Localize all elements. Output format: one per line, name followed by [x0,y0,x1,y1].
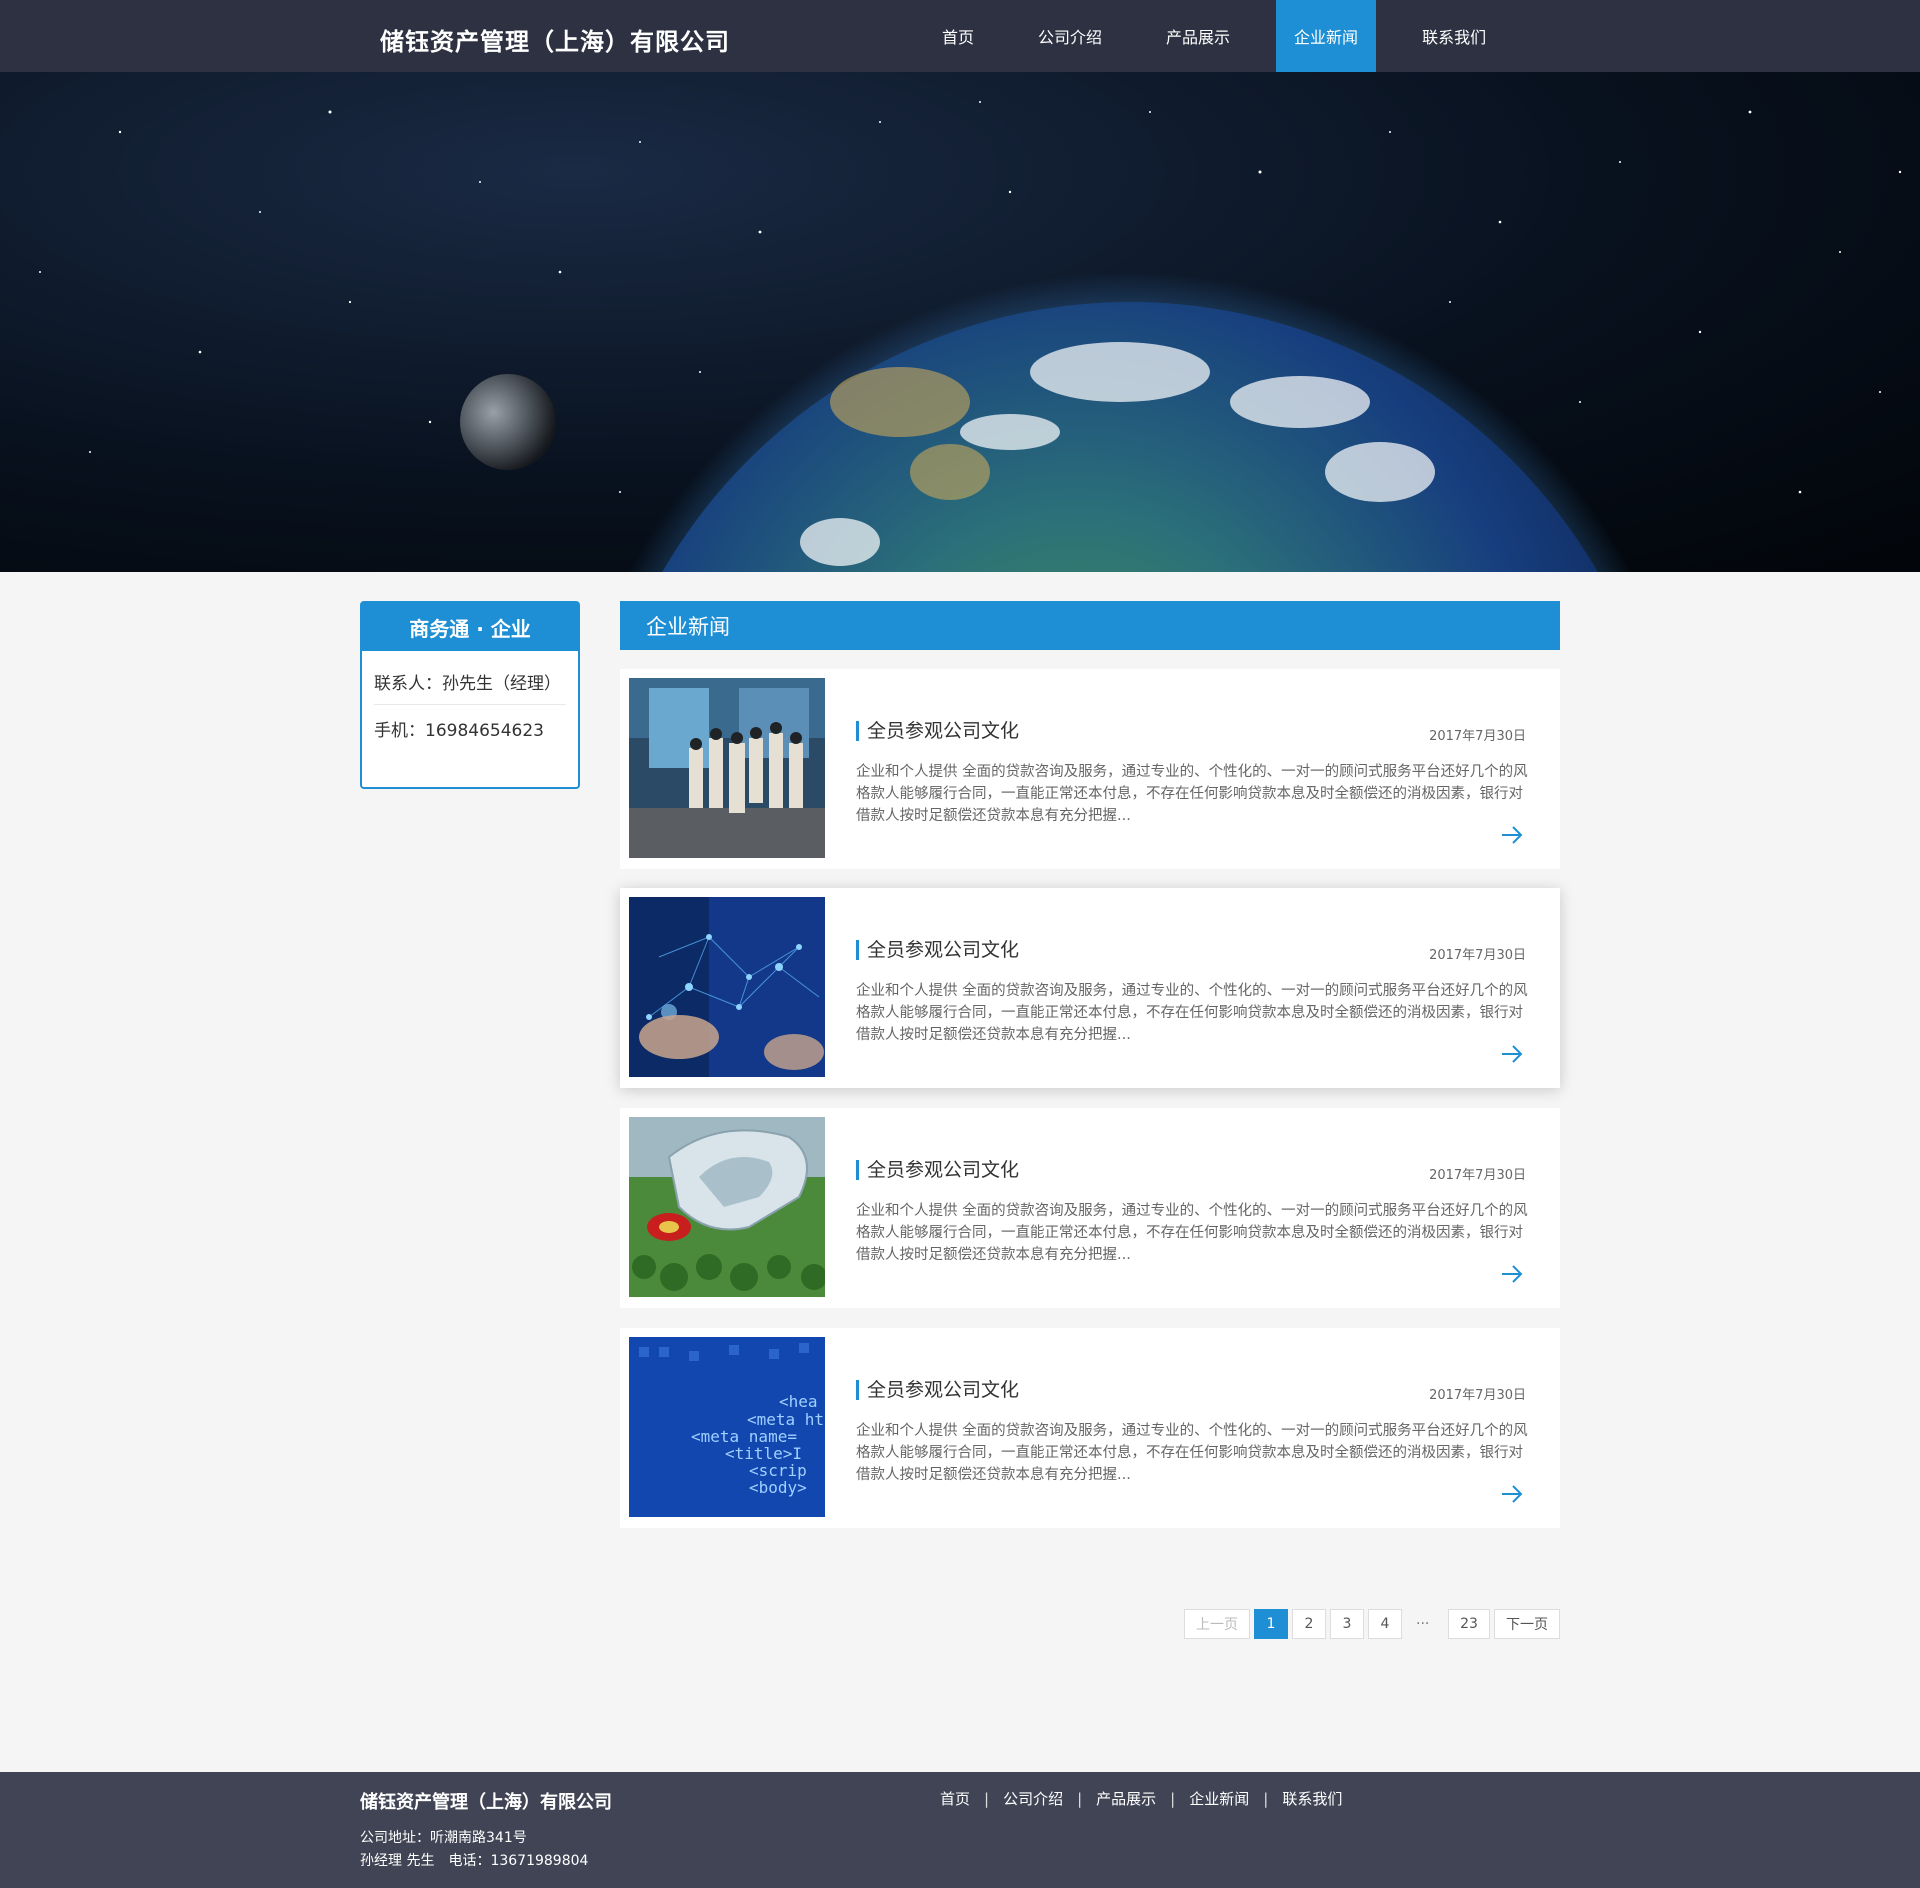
news-card[interactable]: <hea <meta ht <meta name= <title>I <scri… [620,1328,1560,1528]
news-date: 2017年7月30日 [1429,948,1526,963]
footer-nav-separator: | [984,1789,990,1808]
news-summary: 企业和个人提供 全面的贷款咨询及服务，通过专业的、个性化的、一对一的顾问式服务平… [856,983,1528,1043]
footer-nav-separator: | [1170,1789,1176,1808]
footer-nav-news[interactable]: 企业新闻 [1189,1788,1249,1809]
footer-brand: 储钰资产管理（上海）有限公司 [360,1792,612,1813]
footer-nav-home[interactable]: 首页 [940,1788,970,1809]
news-title[interactable]: 全员参观公司文化 [856,940,1019,960]
news-card[interactable]: 全员参观公司文化 2017年7月30日 企业和个人提供 全面的贷款咨询及服务，通… [620,669,1560,869]
tech-network-image [629,897,825,1077]
pagination-ellipsis: ··· [1416,1616,1430,1632]
news-thumbnail[interactable] [629,678,825,858]
main-nav: 首页 公司介绍 产品展示 企业新闻 联系我们 [910,0,1518,72]
exhibition-visit-image [629,678,825,858]
footer-info: 公司地址：听潮南路341号 孙经理 先生 电话：13671989804 [360,1827,588,1873]
section-title: 企业新闻 [620,601,1560,650]
arrow-right-icon[interactable] [1500,825,1524,845]
site-brand[interactable]: 储钰资产管理（上海）有限公司 [380,22,730,57]
news-title[interactable]: 全员参观公司文化 [856,1380,1019,1400]
news-date: 2017年7月30日 [1429,1388,1526,1403]
footer-nav-products[interactable]: 产品展示 [1096,1788,1156,1809]
news-summary: 企业和个人提供 全面的贷款咨询及服务，通过专业的、个性化的、一对一的顾问式服务平… [856,1423,1528,1483]
sidebar-title: 商务通 · 企业 [362,603,578,651]
code-line: <body> [749,1478,807,1497]
news-thumbnail[interactable]: <hea <meta ht <meta name= <title>I <scri… [629,1337,825,1517]
pagination-prev-button[interactable]: 上一页 [1184,1609,1250,1639]
arrow-right-icon[interactable] [1500,1044,1524,1064]
news-title[interactable]: 全员参观公司文化 [856,721,1019,741]
contact-person: 联系人：孙先生（经理） [374,659,566,705]
architecture-rendering-image [629,1117,825,1297]
hero-banner [0,72,1920,572]
news-card[interactable]: 全员参观公司文化 2017年7月30日 企业和个人提供 全面的贷款咨询及服务，通… [620,888,1560,1088]
pagination-next-button[interactable]: 下一页 [1494,1609,1560,1639]
site-header: 储钰资产管理（上海）有限公司 首页 公司介绍 产品展示 企业新闻 联系我们 [0,0,1920,72]
pagination-last-page-button[interactable]: 23 [1448,1609,1490,1639]
footer-nav: 首页 | 公司介绍 | 产品展示 | 企业新闻 | 联系我们 [940,1788,1342,1809]
footer-nav-separator: | [1077,1789,1083,1808]
news-card[interactable]: 全员参观公司文化 2017年7月30日 企业和个人提供 全面的贷款咨询及服务，通… [620,1108,1560,1308]
news-thumbnail[interactable] [629,897,825,1077]
contact-sidebar: 商务通 · 企业 联系人：孙先生（经理） 手机：16984654623 [360,601,580,789]
footer-nav-separator: | [1263,1789,1269,1808]
footer-nav-contact[interactable]: 联系我们 [1282,1788,1342,1809]
news-date: 2017年7月30日 [1429,729,1526,744]
nav-item-news[interactable]: 企业新闻 [1276,0,1377,72]
footer-contact: 孙经理 先生 电话：13671989804 [360,1853,589,1869]
news-summary: 企业和个人提供 全面的贷款咨询及服务，通过专业的、个性化的、一对一的顾问式服务平… [856,764,1528,824]
footer-address: 公司地址：听潮南路341号 [360,1830,527,1846]
pagination-page-button[interactable]: 3 [1330,1609,1364,1639]
footer-nav-about[interactable]: 公司介绍 [1003,1788,1063,1809]
news-title[interactable]: 全员参观公司文化 [856,1160,1019,1180]
html-code-image: <hea <meta ht <meta name= <title>I <scri… [629,1337,825,1517]
contact-phone: 手机：16984654623 [374,720,544,741]
nav-item-contact[interactable]: 联系我们 [1390,0,1518,72]
nav-item-products[interactable]: 产品展示 [1134,0,1262,72]
nav-item-home[interactable]: 首页 [910,0,1006,72]
arrow-right-icon[interactable] [1500,1264,1524,1284]
pagination-page-button[interactable]: 4 [1368,1609,1402,1639]
site-footer: 储钰资产管理（上海）有限公司 公司地址：听潮南路341号 孙经理 先生 电话：1… [0,1772,1920,1888]
arrow-right-icon[interactable] [1500,1484,1524,1504]
pagination-page-button[interactable]: 2 [1292,1609,1326,1639]
news-thumbnail[interactable] [629,1117,825,1297]
earth-banner-image [39,101,1902,572]
nav-item-about[interactable]: 公司介绍 [1006,0,1134,72]
news-summary: 企业和个人提供 全面的贷款咨询及服务，通过专业的、个性化的、一对一的顾问式服务平… [856,1203,1528,1263]
news-date: 2017年7月30日 [1429,1168,1526,1183]
code-line: <hea [779,1392,818,1411]
pagination-page-button[interactable]: 1 [1254,1609,1288,1639]
